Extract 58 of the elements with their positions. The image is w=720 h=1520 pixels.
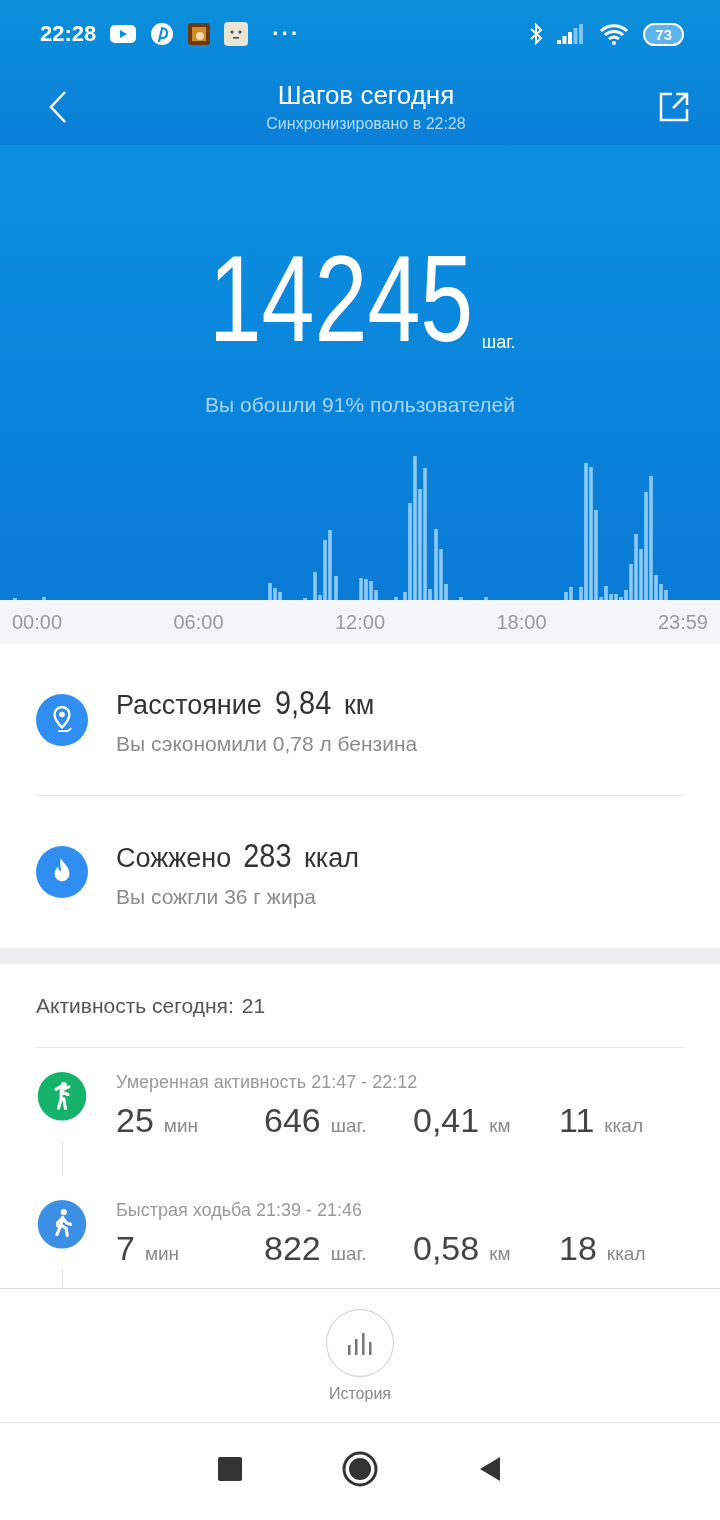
stat-value: 9,84 [274,683,332,722]
activity-unit: ккал [604,1115,643,1137]
activity-unit: ккал [606,1243,646,1265]
activity-title: Быстрая ходьба 21:39 - 21:46 [116,1200,364,1221]
step-count: 14245 [209,243,474,355]
stat-label: Расстояние [116,690,262,721]
pin-app-icon [150,22,175,46]
activity-label: Активность сегодня: [36,993,234,1018]
status-time: 22:28 [40,21,97,47]
wifi-icon [599,23,630,45]
stat-note: Вы сожгли 36 г жира [116,884,317,909]
walking-figure-icon [36,1200,88,1249]
activity-value: 646 [264,1101,321,1140]
home-button[interactable] [342,1450,378,1487]
comparison-text: Вы обошли 91% пользователей [205,393,515,417]
bluetooth-icon [529,22,544,46]
history-label: История [328,1384,391,1403]
location-pin-icon [36,693,88,746]
stat-value: 283 [243,835,292,875]
stat-label: Сожжено [116,842,232,874]
activity-value: 25 [116,1101,154,1140]
flame-icon [36,846,88,898]
bar-chart-icon [345,1330,375,1355]
activity-value: 11 [559,1101,595,1140]
activity-title: Умеренная активность 21:47 - 22:12 [116,1072,419,1093]
activity-unit: мин [144,1243,180,1265]
axis-label: 12:00 [334,610,386,634]
activity-unit: шаг. [330,1115,367,1137]
activity-unit: шаг. [330,1243,367,1265]
video-app-icon [110,25,137,43]
step-unit: шаг. [481,332,516,353]
stat-unit: км [344,690,375,721]
activity-value: 0,41 [413,1101,480,1140]
activity-value: 822 [264,1229,321,1268]
robot-app-icon [224,22,249,46]
chart-bar [334,576,338,600]
axis-label: 06:00 [173,610,224,634]
axis-label: 23:59 [657,610,708,634]
exercising-figure-icon [36,1072,88,1121]
stat-note: Вы сэкономили 0,78 л бензина [116,732,418,756]
axis-label: 18:00 [496,610,547,634]
activity-unit: км [489,1243,511,1265]
axis-label: 00:00 [12,610,63,634]
activity-unit: км [489,1115,511,1137]
page-title: Шагов сегодня [277,80,455,111]
activity-unit: мин [163,1115,198,1137]
activity-value: 18 [559,1229,597,1268]
recents-button[interactable] [218,1456,242,1481]
more-notifications-icon: ··· [272,21,301,47]
activity-count: 21 [241,993,266,1018]
game-app-icon [188,23,211,45]
battery-indicator: 73 [643,22,684,46]
activity-value: 7 [116,1229,135,1268]
activity-value: 0,58 [413,1229,480,1268]
sync-status: Синхронизировано в 22:28 [266,115,466,133]
signal-icon [557,24,586,44]
back-nav-button[interactable] [478,1455,502,1482]
stat-unit: ккал [304,842,359,874]
